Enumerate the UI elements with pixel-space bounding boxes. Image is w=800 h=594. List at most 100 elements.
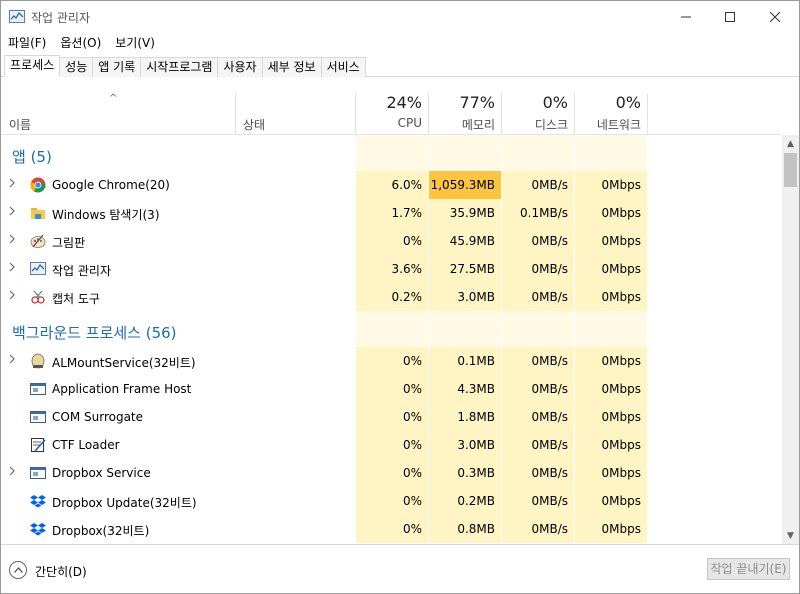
tab-app-history[interactable]: 앱 기록 (92, 57, 142, 77)
ctf-icon (30, 437, 46, 453)
menu-file[interactable]: 파일(F) (1, 32, 53, 54)
network-value: 0Mbps (601, 438, 641, 452)
scroll-up-arrow-icon[interactable]: ▲ (782, 135, 799, 152)
cpu-value: 0% (402, 494, 422, 508)
expand-chevron-icon[interactable] (8, 262, 18, 276)
cpu-value: 0% (402, 354, 422, 368)
fewer-details-link[interactable]: 간단히(D) (35, 563, 87, 580)
vertical-scrollbar[interactable]: ▲ ▼ (782, 135, 799, 544)
tab-startup[interactable]: 시작프로그램 (140, 57, 219, 77)
process-row[interactable]: 3.6% 27.5MB 0MB/s 0Mbps 작업 관리자 (1, 255, 781, 283)
column-header-network[interactable]: 0% 네트워크 (575, 93, 647, 135)
tab-bar: 프로세스 성능 앱 기록 시작프로그램 사용자 세부 정보 서비스 (1, 54, 799, 77)
expand-chevron-icon[interactable] (8, 466, 18, 480)
memory-value: 0.1MB (457, 354, 495, 368)
process-name: Dropbox(32비트) (52, 524, 150, 538)
minimize-button[interactable] (663, 1, 709, 32)
process-name: COM Surrogate (52, 410, 144, 424)
snipping-tool-icon (30, 289, 46, 305)
process-name: Google Chrome(20) (52, 178, 170, 192)
tab-performance[interactable]: 성능 (59, 57, 94, 77)
expand-chevron-icon[interactable] (8, 206, 18, 220)
memory-label: 메모리 (461, 118, 495, 132)
cpu-value: 0% (402, 438, 422, 452)
process-name: Application Frame Host (52, 382, 192, 396)
process-name: CTF Loader (52, 438, 120, 452)
disk-value: 0MB/s (531, 494, 568, 508)
process-row[interactable]: 0% 0.8MB 0MB/s 0Mbps Dropbox(32비트) (1, 515, 781, 543)
heat-cell (356, 311, 428, 347)
process-row[interactable]: 0% 1.8MB 0MB/s 0Mbps COM Surrogate (1, 403, 781, 431)
process-name: Windows 탐색기(3) (52, 208, 160, 222)
process-row[interactable]: 6.0% 1,059.3MB 0MB/s 0Mbps Google Chrome(20) (1, 171, 781, 199)
cpu-value: 0.2% (391, 290, 423, 304)
end-task-button[interactable]: 작업 끝내기(E) (707, 558, 790, 580)
process-row[interactable]: 0% 45.9MB 0MB/s 0Mbps 그림판 (1, 227, 781, 255)
network-value: 0Mbps (601, 262, 641, 276)
tab-services[interactable]: 서비스 (320, 57, 366, 77)
menu-options[interactable]: 옵션(O) (53, 32, 108, 54)
cpu-value: 0% (402, 522, 422, 536)
network-value: 0Mbps (601, 290, 641, 304)
maximize-icon (725, 11, 735, 22)
app-frame-icon (30, 465, 46, 481)
tab-details[interactable]: 세부 정보 (261, 57, 322, 77)
process-row[interactable]: 0% 0.1MB 0MB/s 0Mbps ALMountService(32비트) (1, 347, 781, 375)
column-header-disk[interactable]: 0% 디스크 (502, 93, 574, 135)
column-status-label: 상태 (243, 118, 266, 132)
network-value: 0Mbps (601, 178, 641, 192)
network-label: 네트워크 (596, 118, 641, 132)
process-row[interactable]: 0.2% 3.0MB 0MB/s 0Mbps 캡처 도구 (1, 283, 781, 311)
process-row[interactable]: 0% 4.3MB 0MB/s 0Mbps Application Frame Host (1, 375, 781, 403)
scroll-down-arrow-icon[interactable]: ▼ (782, 527, 799, 544)
memory-value: 0.3MB (457, 466, 495, 480)
close-button[interactable] (752, 1, 798, 32)
heat-cell (575, 311, 647, 347)
memory-value: 0.2MB (457, 494, 495, 508)
process-name: 캡처 도구 (52, 292, 100, 306)
disk-value: 0MB/s (531, 382, 568, 396)
memory-value: 27.5MB (449, 262, 495, 276)
scroll-thumb[interactable] (784, 153, 797, 187)
column-header-status[interactable]: 상태 (236, 93, 355, 135)
collapse-chevron-icon[interactable] (9, 561, 27, 579)
memory-value: 35.9MB (449, 206, 495, 220)
memory-value: 1.8MB (457, 410, 495, 424)
tab-processes[interactable]: 프로세스 (4, 55, 61, 77)
heat-cell (429, 135, 501, 171)
column-header-memory[interactable]: 77% 메모리 (429, 93, 501, 135)
tab-users[interactable]: 사용자 (217, 57, 263, 77)
disk-value: 0MB/s (531, 262, 568, 276)
process-row[interactable]: 0% 0.2MB 0MB/s 0Mbps Dropbox Update(32비트) (1, 487, 781, 515)
expand-chevron-icon[interactable] (8, 290, 18, 304)
network-value: 0Mbps (601, 206, 641, 220)
menu-view[interactable]: 보기(V) (108, 32, 162, 54)
minimize-icon (681, 16, 691, 17)
disk-value: 0.1MB/s (520, 206, 568, 220)
process-name: 작업 관리자 (52, 264, 112, 278)
network-value: 0Mbps (601, 410, 641, 424)
heat-cell (502, 311, 574, 347)
disk-value: 0MB/s (531, 234, 568, 248)
menu-bar: 파일(F) 옵션(O) 보기(V) (1, 32, 162, 54)
app-frame-icon (30, 381, 46, 397)
disk-value: 0MB/s (531, 178, 568, 192)
maximize-button[interactable] (707, 1, 753, 32)
expand-chevron-icon[interactable] (8, 354, 18, 368)
process-row[interactable]: 0% 0.3MB 0MB/s 0Mbps Dropbox Service (1, 459, 781, 487)
disk-value: 0MB/s (531, 354, 568, 368)
network-value: 0Mbps (601, 466, 641, 480)
cpu-value: 0% (402, 382, 422, 396)
memory-value: 0.8MB (457, 522, 495, 536)
expand-chevron-icon[interactable] (8, 234, 18, 248)
column-header-cpu[interactable]: 24% CPU (356, 93, 428, 135)
memory-total-percent: 77% (459, 93, 495, 112)
expand-chevron-icon[interactable] (8, 178, 18, 192)
dropbox-icon (30, 521, 46, 537)
memory-value: 3.0MB (457, 438, 495, 452)
cpu-label: CPU (397, 116, 422, 130)
process-row[interactable]: 1.7% 35.9MB 0.1MB/s 0Mbps Windows 탐색기(3) (1, 199, 781, 227)
process-row[interactable]: 0% 3.0MB 0MB/s 0Mbps CTF Loader (1, 431, 781, 459)
group-header: 앱 (5) (1, 135, 781, 171)
column-header-name[interactable]: 이름 (1, 93, 235, 135)
